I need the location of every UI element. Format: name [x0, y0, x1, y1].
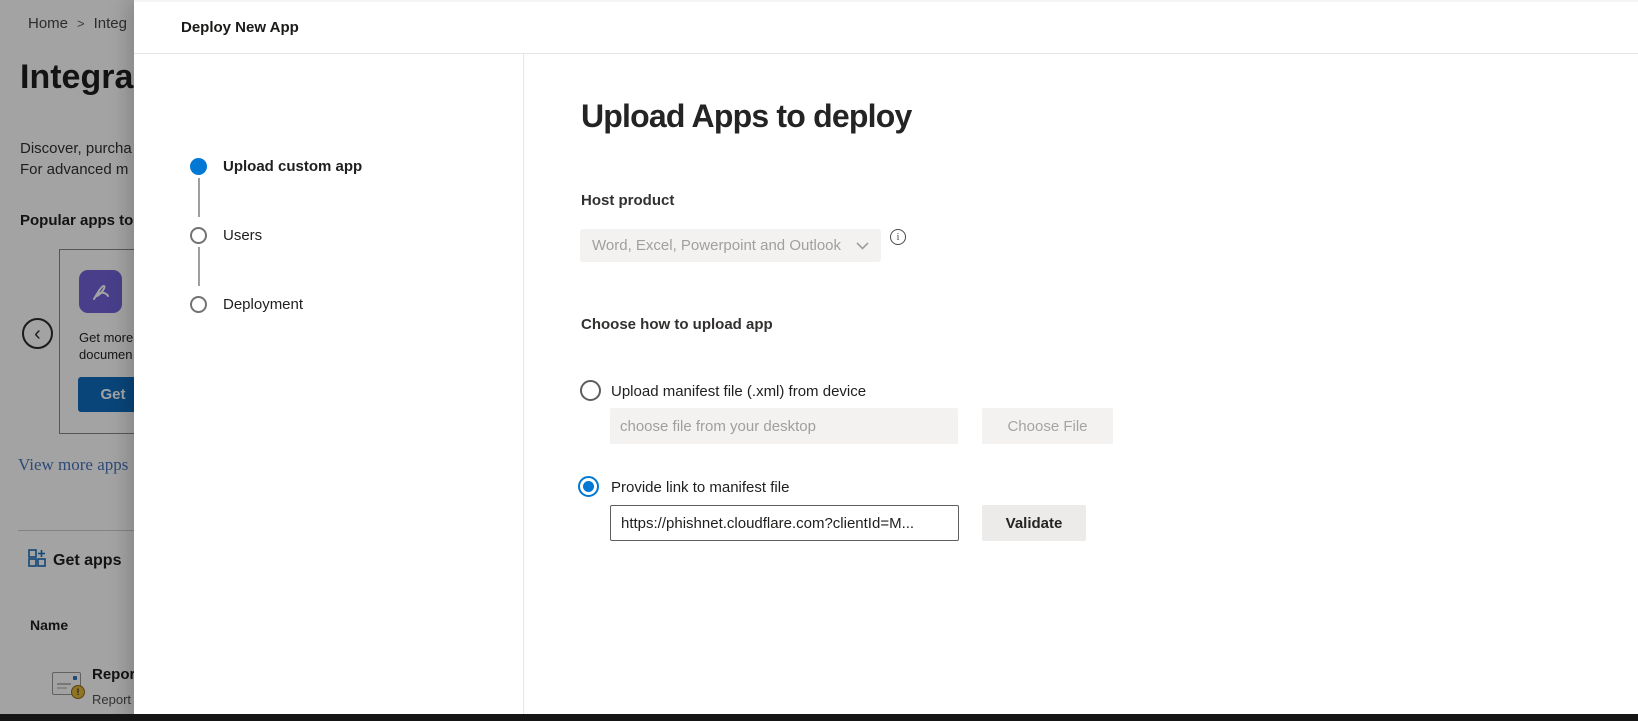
step-label-upload-custom-app[interactable]: Upload custom app — [223, 157, 362, 177]
choose-upload-label: Choose how to upload app — [581, 316, 773, 333]
panel-title: Deploy New App — [181, 19, 299, 36]
host-product-value: Word, Excel, Powerpoint and Outlook — [592, 237, 856, 254]
step-dot-deployment[interactable] — [190, 296, 207, 313]
panel-header: Deploy New App — [134, 2, 1638, 54]
wizard-step-rail: Upload custom app Users Deployment — [134, 54, 524, 721]
choose-file-button[interactable]: Choose File — [982, 408, 1113, 444]
radio-provide-link-label[interactable]: Provide link to manifest file — [611, 479, 789, 497]
manifest-link-input[interactable] — [610, 505, 959, 541]
chevron-down-icon — [856, 237, 869, 255]
info-glyph: i — [897, 232, 900, 243]
host-product-label: Host product — [581, 192, 674, 209]
host-product-dropdown[interactable]: Word, Excel, Powerpoint and Outlook — [580, 229, 881, 262]
step-label-deployment[interactable]: Deployment — [223, 295, 303, 315]
radio-upload-from-device[interactable] — [580, 380, 601, 401]
step-connector — [198, 178, 200, 217]
step-dot-upload-custom-app[interactable] — [190, 158, 207, 175]
radio-upload-from-device-label[interactable]: Upload manifest file (.xml) from device — [611, 383, 866, 401]
screen: Home>Integ Integra Discover, purcha For … — [0, 0, 1638, 721]
validate-button[interactable]: Validate — [982, 505, 1086, 541]
deploy-new-app-panel: Deploy New App Upload custom app Users D… — [134, 0, 1638, 721]
step-dot-users[interactable] — [190, 227, 207, 244]
content-heading: Upload Apps to deploy — [581, 98, 911, 135]
radio-provide-link[interactable] — [578, 476, 599, 497]
manifest-file-input[interactable] — [610, 408, 958, 444]
step-connector — [198, 247, 200, 286]
bottom-edge-bar — [0, 714, 1638, 721]
info-icon[interactable]: i — [890, 229, 906, 245]
step-label-users[interactable]: Users — [223, 226, 262, 246]
